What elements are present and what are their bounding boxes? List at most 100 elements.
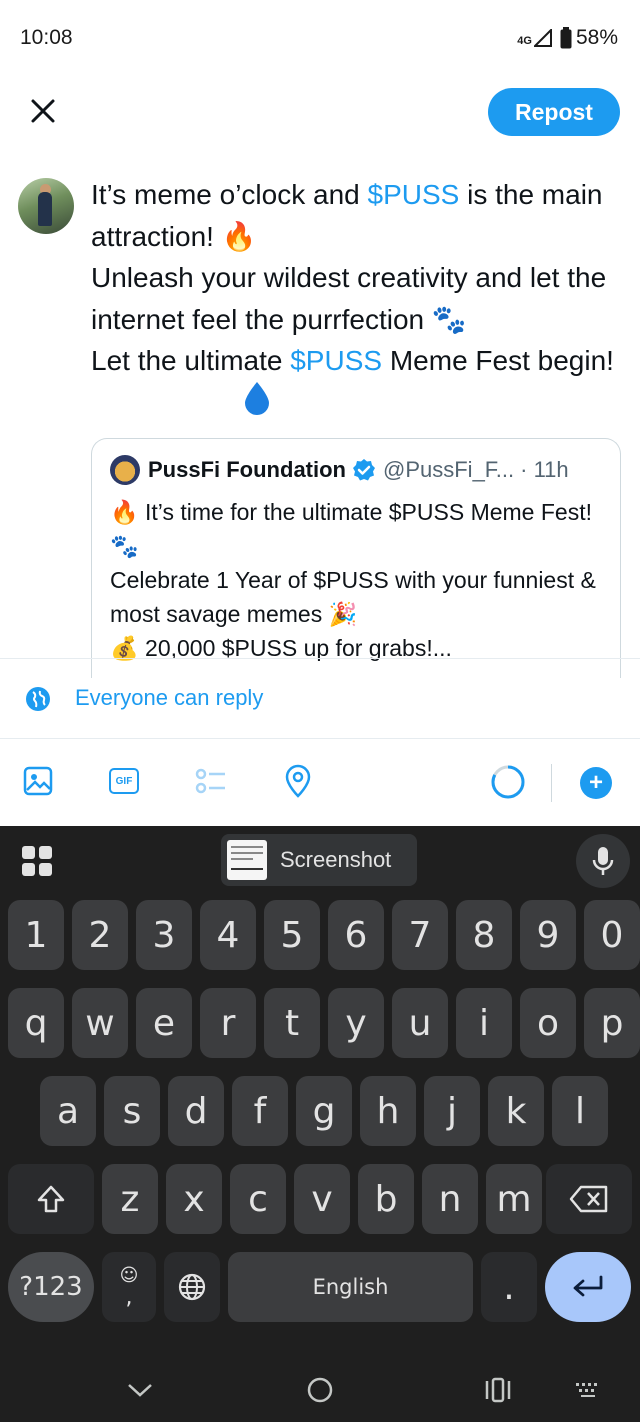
chevron-down-icon [128,1384,152,1397]
key-2[interactable]: 2 [72,900,128,970]
period-key[interactable]: . [481,1252,537,1322]
cashtag-puss[interactable]: $PUSS [368,179,460,210]
key-p[interactable]: p [584,988,640,1058]
shift-key[interactable] [8,1164,94,1234]
location-button[interactable] [281,764,315,798]
plus-icon: + [588,769,603,796]
compose-line1: It’s meme o’clock and $PUSS is the main … [91,179,603,252]
battery-icon [560,27,572,49]
clipboard-label: Screenshot [280,847,392,872]
compose-toolbar: GIF [0,740,640,826]
poll-icon [195,768,225,794]
key-c[interactable]: c [230,1164,286,1234]
key-6[interactable]: 6 [328,900,384,970]
key-a[interactable]: a [40,1076,96,1146]
key-8[interactable]: 8 [456,900,512,970]
key-t[interactable]: t [264,988,320,1058]
toolbar-separator [551,764,552,802]
key-z[interactable]: z [102,1164,158,1234]
key-7[interactable]: 7 [392,900,448,970]
space-key[interactable]: English [228,1252,473,1322]
key-e[interactable]: e [136,988,192,1058]
key-m[interactable]: m [486,1164,542,1234]
quoted-line1: 🔥 It’s time for the ultimate $PUSS Meme … [110,499,592,559]
quoted-tweet-header: PussFi Foundation @PussFi_F... · 11h [110,455,569,485]
key-3[interactable]: 3 [136,900,192,970]
keyboard-icon [576,1383,597,1397]
home-circle-icon [307,1377,333,1403]
key-q[interactable]: q [8,988,64,1058]
enter-key[interactable] [545,1252,631,1322]
image-icon [23,766,53,796]
key-b[interactable]: b [358,1164,414,1234]
key-o[interactable]: o [520,988,576,1058]
compose-line2: Unleash your wildest creativity and let … [91,262,607,335]
emoji-comma-key[interactable]: ☺ , [102,1252,156,1322]
emoji-icon: ☺ [119,1265,139,1286]
verified-badge-icon [353,459,375,481]
quoted-author-name: PussFi Foundation [148,457,346,482]
compose-line3: Let the ultimate $PUSS Meme Fest begin! [91,345,614,377]
globe-icon [26,687,50,711]
user-avatar[interactable] [18,178,74,234]
divider [0,738,640,739]
key-l[interactable]: l [552,1076,608,1146]
add-post-button[interactable]: + [580,767,612,799]
backspace-key[interactable] [546,1164,632,1234]
cashtag-puss[interactable]: $PUSS [290,345,382,376]
key-x[interactable]: x [166,1164,222,1234]
recents-icon [485,1377,511,1403]
key-f[interactable]: f [232,1076,288,1146]
close-icon [31,99,55,123]
gif-button[interactable]: GIF [107,764,141,798]
recents-button[interactable] [478,1370,518,1410]
key-4[interactable]: 4 [200,900,256,970]
system-nav-bar [0,1356,640,1422]
key-5[interactable]: 5 [264,900,320,970]
status-bar: 10:08 4G 58% [0,0,640,76]
clipboard-suggestion[interactable]: Screenshot [221,834,417,886]
key-1[interactable]: 1 [8,900,64,970]
key-g[interactable]: g [296,1076,352,1146]
symbols-key[interactable]: ?123 [8,1252,94,1322]
microphone-icon [592,847,614,875]
voice-input-button[interactable] [576,834,630,888]
key-s[interactable]: s [104,1076,160,1146]
key-j[interactable]: j [424,1076,480,1146]
media-button[interactable] [21,764,55,798]
backspace-icon [569,1185,608,1213]
status-icons: 4G 58% [517,26,618,50]
key-n[interactable]: n [422,1164,478,1234]
key-r[interactable]: r [200,988,256,1058]
repost-button[interactable]: Repost [488,88,620,136]
quoted-line2: Celebrate 1 Year of $PUSS with your funn… [110,567,596,627]
home-button[interactable] [300,1370,340,1410]
hide-keyboard-button[interactable] [120,1370,160,1410]
keyboard-switcher-button[interactable] [568,1370,608,1410]
key-d[interactable]: d [168,1076,224,1146]
key-y[interactable]: y [328,988,384,1058]
quoted-author-handle: @PussFi_F... [383,457,515,482]
language-key[interactable] [164,1252,220,1322]
key-u[interactable]: u [392,988,448,1058]
key-0[interactable]: 0 [584,900,640,970]
reply-setting-button[interactable]: Everyone can reply [0,659,640,739]
close-button[interactable] [22,90,64,132]
compose-text[interactable]: It’s meme o’clock and $PUSS is the main … [91,174,621,382]
key-9[interactable]: 9 [520,900,576,970]
key-v[interactable]: v [294,1164,350,1234]
globe-icon [178,1273,206,1301]
quoted-tweet-text: 🔥 It’s time for the ultimate $PUSS Meme … [110,495,600,665]
shift-icon [37,1185,65,1213]
key-w[interactable]: w [72,988,128,1058]
key-k[interactable]: k [488,1076,544,1146]
keyboard-apps-icon[interactable] [22,846,52,876]
status-time: 10:08 [20,26,73,49]
gif-icon: GIF [109,768,139,794]
key-h[interactable]: h [360,1076,416,1146]
quoted-tweet[interactable]: PussFi Foundation @PussFi_F... · 11h 🔥 I… [91,438,621,678]
key-i[interactable]: i [456,988,512,1058]
text-cursor-handle-icon[interactable] [241,380,273,416]
poll-button[interactable] [194,764,228,798]
character-count-ring-icon [491,765,525,799]
